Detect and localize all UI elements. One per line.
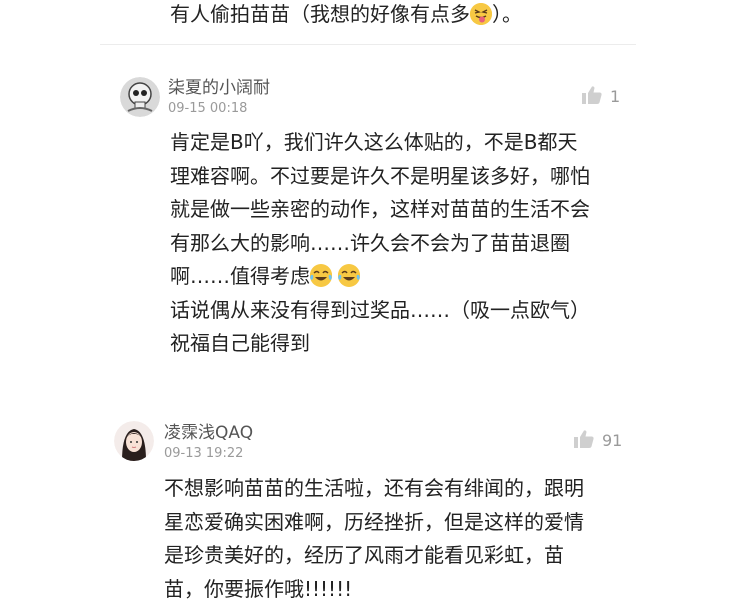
comment-line-text: 啊……值得考虑 <box>170 264 310 288</box>
comment-body: 肯定是B吖，我们许久这么体贴的，不是B都天 理难容啊。不过要是许久不是明星该多好… <box>170 126 590 361</box>
comment-line: 星恋爱确实困难啊，历经挫折，但是这样的爱情 <box>164 506 584 540</box>
comment-line: 肯定是B吖，我们许久这么体贴的，不是B都天 <box>170 126 590 160</box>
timestamp: 09-15 00:18 <box>168 101 247 117</box>
laughing-crying-emoji-icon <box>310 264 332 286</box>
comment-line: 就是做一些亲密的动作，这样对苗苗的生活不会 <box>170 193 590 227</box>
avatar[interactable] <box>114 421 154 461</box>
previous-comment-end: ）。 <box>492 2 522 26</box>
like-count: 91 <box>602 431 622 451</box>
comment-line: 有那么大的影响……许久会不会为了苗苗退圈 <box>170 227 590 261</box>
username[interactable]: 凌霂浅QAQ <box>164 422 253 444</box>
comment-line: 苗，你要振作哦!!!!!! <box>164 573 584 606</box>
timestamp: 09-13 19:22 <box>164 446 243 462</box>
previous-comment-line: 有人偷拍苗苗（我想的好像有点多 <box>170 2 470 26</box>
comment-line: 是珍贵美好的，经历了风雨才能看见彩虹，苗 <box>164 539 584 573</box>
laughing-crying-emoji-icon <box>338 264 360 286</box>
username[interactable]: 柒夏的小阔耐 <box>168 77 270 99</box>
thumbs-up-icon <box>582 86 602 108</box>
comment-line: 祝福自己能得到 <box>170 327 590 361</box>
comment-line: 不想影响苗苗的生活啦，还有会有绯闻的，跟明 <box>164 472 584 506</box>
like-button[interactable]: 91 <box>574 430 622 452</box>
like-button[interactable]: 1 <box>582 86 620 108</box>
comment-divider <box>100 44 636 45</box>
comment-line: 话说偶从来没有得到过奖品……（吸一点欧气） <box>170 294 590 328</box>
comment-line-with-emoji: 啊……值得考虑 <box>170 260 590 294</box>
avatar[interactable] <box>120 77 160 117</box>
tongue-emoji-icon <box>470 3 492 25</box>
thumbs-up-icon <box>574 430 594 452</box>
like-count: 1 <box>610 87 620 107</box>
comment-line: 理难容啊。不过要是许久不是明星该多好，哪怕 <box>170 160 590 194</box>
previous-comment-text: 有人偷拍苗苗（我想的好像有点多 ）。 <box>170 0 730 28</box>
